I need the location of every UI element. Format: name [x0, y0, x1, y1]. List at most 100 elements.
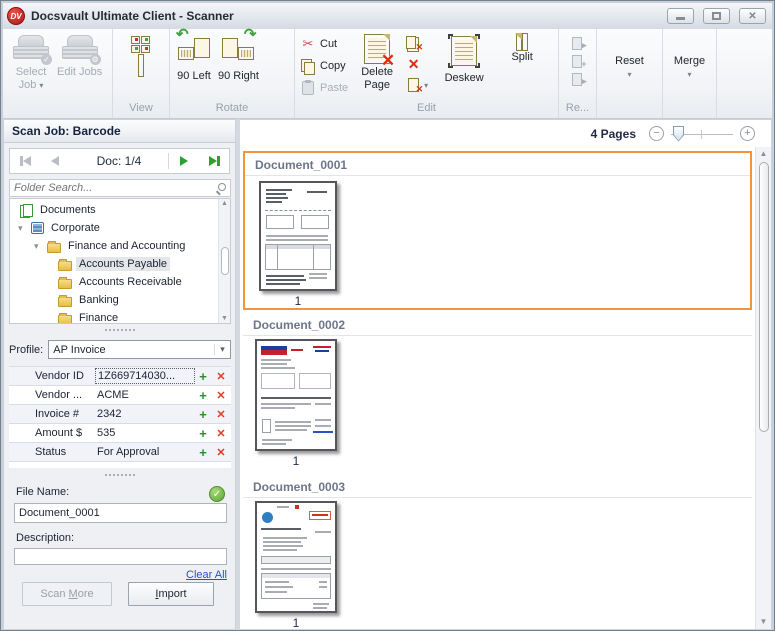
rotate-right-icon: ↷ [220, 27, 256, 66]
document-group-1[interactable]: Document_0001 1 [243, 151, 752, 310]
delete-all-pages-button[interactable]: ✕ [406, 36, 423, 52]
rescan-insert-button[interactable]: + [571, 54, 587, 69]
field-row-vendor-id[interactable]: Vendor ID 1Z669714030... + ✕ [9, 367, 231, 386]
field-value[interactable]: 535 [95, 426, 195, 440]
next-doc-button[interactable] [169, 149, 199, 173]
copy-button[interactable]: Copy [300, 56, 348, 76]
tree-scrollbar[interactable]: ▲ ▼ [218, 199, 230, 323]
document-group-3[interactable]: Document_0003 1 [243, 475, 752, 629]
rescan-replace-button[interactable]: ▸ [571, 72, 587, 86]
reset-button[interactable]: Reset ▾ [615, 55, 644, 81]
scroll-down-icon[interactable]: ▼ [221, 315, 228, 322]
zoom-slider-thumb[interactable] [673, 125, 684, 142]
field-value[interactable]: 2342 [95, 407, 195, 421]
tree-item-accounts-receivable[interactable]: Accounts Receivable [10, 273, 218, 291]
field-row-amount[interactable]: Amount $ 535 + ✕ [9, 424, 231, 443]
add-value-icon[interactable]: + [195, 407, 211, 422]
last-doc-icon [208, 156, 217, 166]
search-icon[interactable] [216, 183, 226, 193]
field-row-vendor-name[interactable]: Vendor ... ACME + ✕ [9, 386, 231, 405]
delete-value-icon[interactable]: ✕ [211, 427, 231, 440]
tree-item-label: Corporate [51, 222, 100, 234]
scroll-up-icon[interactable]: ▲ [221, 200, 228, 207]
prev-doc-button[interactable] [40, 149, 70, 173]
rotate-right-button[interactable]: ↷ 90 Right [218, 27, 259, 83]
delete-value-icon[interactable]: ✕ [211, 408, 231, 421]
folder-icon [58, 294, 72, 307]
folder-search-input[interactable] [14, 182, 216, 194]
cut-button[interactable]: ✂ Cut [300, 34, 348, 54]
delete-page-button[interactable]: ✕ Delete Page [356, 34, 398, 92]
collapse-arrow-icon[interactable]: ▾ [18, 223, 27, 234]
panel-splitter[interactable] [104, 474, 135, 476]
field-label: Invoice # [35, 408, 80, 420]
document-group-2[interactable]: Document_0002 1 [243, 313, 752, 471]
edit-jobs-button[interactable]: ⚙ Edit Jobs [57, 34, 102, 79]
next-doc-icon [180, 156, 188, 166]
description-input[interactable] [14, 548, 227, 565]
delete-more-button[interactable]: ✕ [406, 78, 423, 94]
paste-button[interactable]: Paste [300, 78, 348, 98]
cut-icon: ✂ [302, 36, 314, 51]
first-doc-button[interactable] [10, 149, 40, 173]
profile-select[interactable]: AP Invoice ▾ [48, 340, 231, 359]
clear-all-link[interactable]: Clear All [186, 569, 227, 581]
scan-more-button[interactable]: Scan More [22, 582, 112, 606]
add-value-icon[interactable]: + [195, 388, 211, 403]
pages-scrollbar[interactable]: ▲ ▼ [755, 147, 771, 629]
panel-splitter[interactable] [104, 329, 135, 331]
field-row-invoice-number[interactable]: Invoice # 2342 + ✕ [9, 405, 231, 424]
delete-value-icon[interactable]: ✕ [211, 370, 231, 383]
field-value[interactable]: 1Z669714030... [95, 368, 195, 384]
split-icon [509, 33, 535, 51]
tree-item-accounts-payable[interactable]: Accounts Payable [10, 255, 218, 273]
add-value-icon[interactable]: + [195, 426, 211, 441]
tree-item-documents[interactable]: Documents [10, 201, 218, 219]
zoom-out-button[interactable]: − [649, 126, 664, 141]
scanner-gear-icon: ⚙ [61, 34, 101, 65]
pages-panel: 4 Pages − + Document_0001 1 Document_000… [240, 119, 772, 630]
delete-value-icon[interactable]: ✕ [211, 446, 231, 459]
tree-item-finance[interactable]: Finance [10, 309, 218, 323]
rotate-left-button[interactable]: ↶ 90 Left [176, 27, 212, 83]
field-row-status[interactable]: Status For Approval + ✕ [9, 443, 231, 462]
ribbon-group-view: View [113, 29, 170, 118]
deskew-button[interactable]: Deskew [436, 34, 492, 85]
add-value-icon[interactable]: + [195, 369, 211, 384]
tree-item-banking[interactable]: Banking [10, 291, 218, 309]
rescan-page-button[interactable]: ▸ [571, 36, 587, 50]
scroll-down-icon[interactable]: ▼ [760, 617, 768, 626]
valid-check-icon: ✓ [209, 486, 225, 502]
tree-scrollbar-thumb[interactable] [220, 247, 229, 275]
close-button[interactable]: ✕ [739, 8, 766, 24]
pages-scrollbar-thumb[interactable] [758, 162, 769, 432]
zoom-in-button[interactable]: + [740, 126, 755, 141]
last-doc-button[interactable] [199, 149, 229, 173]
tree-item-corporate[interactable]: ▾ Corporate [10, 219, 218, 237]
tree-item-finance-and-accounting[interactable]: ▾ Finance and Accounting [10, 237, 218, 255]
maximize-button[interactable] [703, 8, 730, 24]
split-button[interactable]: Split [500, 33, 544, 64]
add-value-icon[interactable]: + [195, 445, 211, 460]
merge-button[interactable]: Merge ▾ [674, 55, 705, 81]
delete-dropdown-icon[interactable]: ▾ [424, 81, 428, 90]
field-value[interactable]: For Approval [95, 445, 195, 459]
minimize-button[interactable] [667, 8, 694, 24]
file-name-input[interactable] [14, 503, 227, 523]
document-title: Document_0003 [243, 475, 752, 498]
ribbon-group-reset: Reset ▾ [597, 29, 663, 118]
collapse-arrow-icon[interactable]: ▾ [34, 241, 43, 252]
delete-document-button[interactable]: ✕ [406, 57, 421, 72]
page-thumbnail[interactable] [255, 339, 337, 451]
field-value[interactable]: ACME [95, 388, 195, 402]
zoom-slider[interactable] [671, 125, 733, 142]
select-job-button[interactable]: ✓ Select Job ▾ [9, 34, 53, 92]
scroll-up-icon[interactable]: ▲ [760, 149, 768, 158]
view-page-button[interactable] [138, 54, 144, 77]
page-thumbnail[interactable] [259, 181, 337, 291]
delete-value-icon[interactable]: ✕ [211, 389, 231, 402]
ribbon-toolbar: ✓ Select Job ▾ ⚙ Edit Jobs View ↶ 90 Lef… [3, 27, 772, 119]
import-button[interactable]: Import [128, 582, 214, 606]
index-fields-table: Vendor ID 1Z669714030... + ✕ Vendor ... … [9, 366, 231, 468]
page-thumbnail[interactable] [255, 501, 337, 613]
